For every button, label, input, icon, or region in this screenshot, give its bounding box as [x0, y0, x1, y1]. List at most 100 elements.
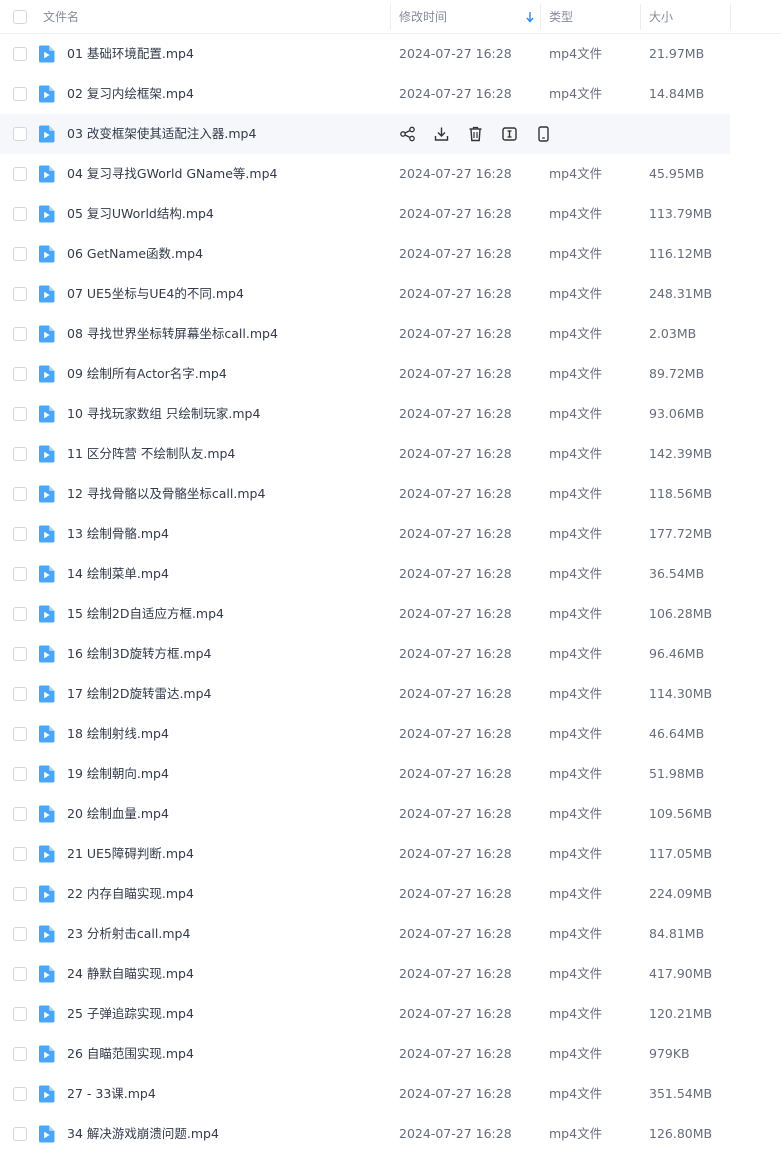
header-size[interactable]: 大小 — [649, 0, 673, 34]
row-checkbox[interactable] — [13, 247, 27, 261]
file-size: 21.97MB — [649, 46, 705, 61]
row-checkbox[interactable] — [13, 967, 27, 981]
file-name[interactable]: 02 复习内绘框架.mp4 — [67, 74, 194, 114]
table-row[interactable]: 23 分析射击call.mp4 2024-07-27 16:28 mp4文件 84.8… — [0, 914, 730, 954]
table-row[interactable]: 07 UE5坐标与UE4的不同.mp4 2024-07-27 16:28 mp4文件… — [0, 274, 730, 314]
file-name[interactable]: 22 内存自瞄实现.mp4 — [67, 874, 194, 914]
header-type[interactable]: 类型 — [549, 0, 573, 34]
row-checkbox[interactable] — [13, 887, 27, 901]
row-checkbox[interactable] — [13, 1087, 27, 1101]
table-row[interactable]: 19 绘制朝向.mp4 2024-07-27 16:28 mp4文件 51.98MB — [0, 754, 730, 794]
table-row[interactable]: 08 寻找世界坐标转屏幕坐标call.mp4 2024-07-27 16:28 mp… — [0, 314, 730, 354]
file-name[interactable]: 08 寻找世界坐标转屏幕坐标call.mp4 — [67, 314, 278, 354]
row-checkbox[interactable] — [13, 1127, 27, 1141]
file-name[interactable]: 14 绘制菜单.mp4 — [67, 554, 169, 594]
row-checkbox[interactable] — [13, 647, 27, 661]
file-name[interactable]: 20 绘制血量.mp4 — [67, 794, 169, 834]
row-checkbox[interactable] — [13, 687, 27, 701]
download-icon[interactable] — [433, 125, 450, 143]
table-row[interactable]: 25 子弹追踪实现.mp4 2024-07-27 16:28 mp4文件 120.21… — [0, 994, 730, 1034]
table-row[interactable]: 16 绘制3D旋转方框.mp4 2024-07-27 16:28 mp4文件 96.4… — [0, 634, 730, 674]
table-row[interactable]: 26 自瞄范围实现.mp4 2024-07-27 16:28 mp4文件 979KB — [0, 1034, 730, 1074]
row-checkbox[interactable] — [13, 207, 27, 221]
table-row[interactable]: 10 寻找玩家数组 只绘制玩家.mp4 2024-07-27 16:28 mp4文件… — [0, 394, 730, 434]
rename-icon[interactable] — [501, 125, 518, 143]
share-icon[interactable] — [399, 125, 416, 143]
table-row[interactable]: 03 改变框架使其适配注入器.mp4 — [0, 114, 730, 154]
table-row[interactable]: 13 绘制骨骼.mp4 2024-07-27 16:28 mp4文件 177.72MB — [0, 514, 730, 554]
row-checkbox[interactable] — [13, 727, 27, 741]
table-row[interactable]: 14 绘制菜单.mp4 2024-07-27 16:28 mp4文件 36.54MB — [0, 554, 730, 594]
row-checkbox[interactable] — [13, 847, 27, 861]
table-row[interactable]: 02 复习内绘框架.mp4 2024-07-27 16:28 mp4文件 14.84M… — [0, 74, 730, 114]
row-checkbox[interactable] — [13, 367, 27, 381]
file-name[interactable]: 04 复习寻找GWorld GName等.mp4 — [67, 154, 277, 194]
row-checkbox[interactable] — [13, 527, 27, 541]
table-row[interactable]: 27 - 33课.mp4 2024-07-27 16:28 mp4文件 351.54M… — [0, 1074, 730, 1114]
file-name[interactable]: 10 寻找玩家数组 只绘制玩家.mp4 — [67, 394, 260, 434]
file-name[interactable]: 26 自瞄范围实现.mp4 — [67, 1034, 194, 1074]
table-row[interactable]: 15 绘制2D自适应方框.mp4 2024-07-27 16:28 mp4文件 106… — [0, 594, 730, 634]
file-name[interactable]: 17 绘制2D旋转雷达.mp4 — [67, 674, 212, 714]
row-checkbox[interactable] — [13, 607, 27, 621]
table-row[interactable]: 21 UE5障碍判断.mp4 2024-07-27 16:28 mp4文件 117.0… — [0, 834, 730, 874]
table-row[interactable]: 17 绘制2D旋转雷达.mp4 2024-07-27 16:28 mp4文件 114.… — [0, 674, 730, 714]
table-row[interactable]: 12 寻找骨骼以及骨骼坐标call.mp4 2024-07-27 16:28 mp4… — [0, 474, 730, 514]
file-name[interactable]: 09 绘制所有Actor名字.mp4 — [67, 354, 227, 394]
table-row[interactable]: 06 GetName函数.mp4 2024-07-27 16:28 mp4文件 116… — [0, 234, 730, 274]
header-name[interactable]: 文件名 — [43, 0, 79, 34]
file-name[interactable]: 27 - 33课.mp4 — [67, 1074, 156, 1114]
row-checkbox[interactable] — [13, 47, 27, 61]
row-checkbox[interactable] — [13, 447, 27, 461]
row-checkbox[interactable] — [13, 767, 27, 781]
table-row[interactable]: 01 基础环境配置.mp4 2024-07-27 16:28 mp4文件 21.97M… — [0, 34, 730, 74]
header-modified-time[interactable]: 修改时间 — [399, 0, 447, 34]
delete-icon[interactable] — [467, 125, 484, 143]
file-type: mp4文件 — [549, 606, 603, 621]
row-checkbox[interactable] — [13, 407, 27, 421]
table-row[interactable]: 05 复习UWorld结构.mp4 2024-07-27 16:28 mp4文件 11… — [0, 194, 730, 234]
file-name[interactable]: 12 寻找骨骼以及骨骼坐标call.mp4 — [67, 474, 265, 514]
file-name[interactable]: 19 绘制朝向.mp4 — [67, 754, 169, 794]
file-name[interactable]: 13 绘制骨骼.mp4 — [67, 514, 169, 554]
row-checkbox[interactable] — [13, 287, 27, 301]
file-name[interactable]: 21 UE5障碍判断.mp4 — [67, 834, 194, 874]
table-row[interactable]: 11 区分阵营 不绘制队友.mp4 2024-07-27 16:28 mp4文件 14… — [0, 434, 730, 474]
table-row[interactable]: 22 内存自瞄实现.mp4 2024-07-27 16:28 mp4文件 224.09… — [0, 874, 730, 914]
file-size: 36.54MB — [649, 566, 705, 581]
file-name[interactable]: 34 解决游戏崩溃问题.mp4 — [67, 1114, 219, 1154]
table-row[interactable]: 09 绘制所有Actor名字.mp4 2024-07-27 16:28 mp4文件 8… — [0, 354, 730, 394]
table-row[interactable]: 04 复习寻找GWorld GName等.mp4 2024-07-27 16:28… — [0, 154, 730, 194]
row-checkbox[interactable] — [13, 567, 27, 581]
file-name[interactable]: 23 分析射击call.mp4 — [67, 914, 190, 954]
row-checkbox[interactable] — [13, 927, 27, 941]
table-row[interactable]: 20 绘制血量.mp4 2024-07-27 16:28 mp4文件 109.56MB — [0, 794, 730, 834]
file-name[interactable]: 15 绘制2D自适应方框.mp4 — [67, 594, 224, 634]
phone-icon[interactable] — [535, 125, 552, 143]
file-name[interactable]: 18 绘制射线.mp4 — [67, 714, 169, 754]
table-row[interactable]: 24 静默自瞄实现.mp4 2024-07-27 16:28 mp4文件 417.90… — [0, 954, 730, 994]
file-name[interactable]: 07 UE5坐标与UE4的不同.mp4 — [67, 274, 244, 314]
row-checkbox[interactable] — [13, 807, 27, 821]
file-name[interactable]: 06 GetName函数.mp4 — [67, 234, 203, 274]
row-checkbox[interactable] — [13, 127, 27, 141]
table-row[interactable]: 18 绘制射线.mp4 2024-07-27 16:28 mp4文件 46.64MB — [0, 714, 730, 754]
file-name[interactable]: 03 改变框架使其适配注入器.mp4 — [67, 114, 256, 154]
file-name[interactable]: 24 静默自瞄实现.mp4 — [67, 954, 194, 994]
table-row[interactable]: 34 解决游戏崩溃问题.mp4 2024-07-27 16:28 mp4文件 126.… — [0, 1114, 730, 1154]
row-checkbox[interactable] — [13, 167, 27, 181]
file-name[interactable]: 11 区分阵营 不绘制队友.mp4 — [67, 434, 235, 474]
row-checkbox[interactable] — [13, 1047, 27, 1061]
file-type: mp4文件 — [549, 446, 603, 461]
row-checkbox[interactable] — [13, 87, 27, 101]
row-checkbox[interactable] — [13, 487, 27, 501]
file-name[interactable]: 01 基础环境配置.mp4 — [67, 34, 194, 74]
file-name[interactable]: 05 复习UWorld结构.mp4 — [67, 194, 214, 234]
sort-desc-icon[interactable] — [526, 11, 534, 23]
row-checkbox[interactable] — [13, 1007, 27, 1021]
select-all-checkbox[interactable] — [13, 10, 27, 24]
file-name[interactable]: 25 子弹追踪实现.mp4 — [67, 994, 194, 1034]
file-name[interactable]: 16 绘制3D旋转方框.mp4 — [67, 634, 212, 674]
video-file-icon — [38, 285, 55, 303]
row-checkbox[interactable] — [13, 327, 27, 341]
